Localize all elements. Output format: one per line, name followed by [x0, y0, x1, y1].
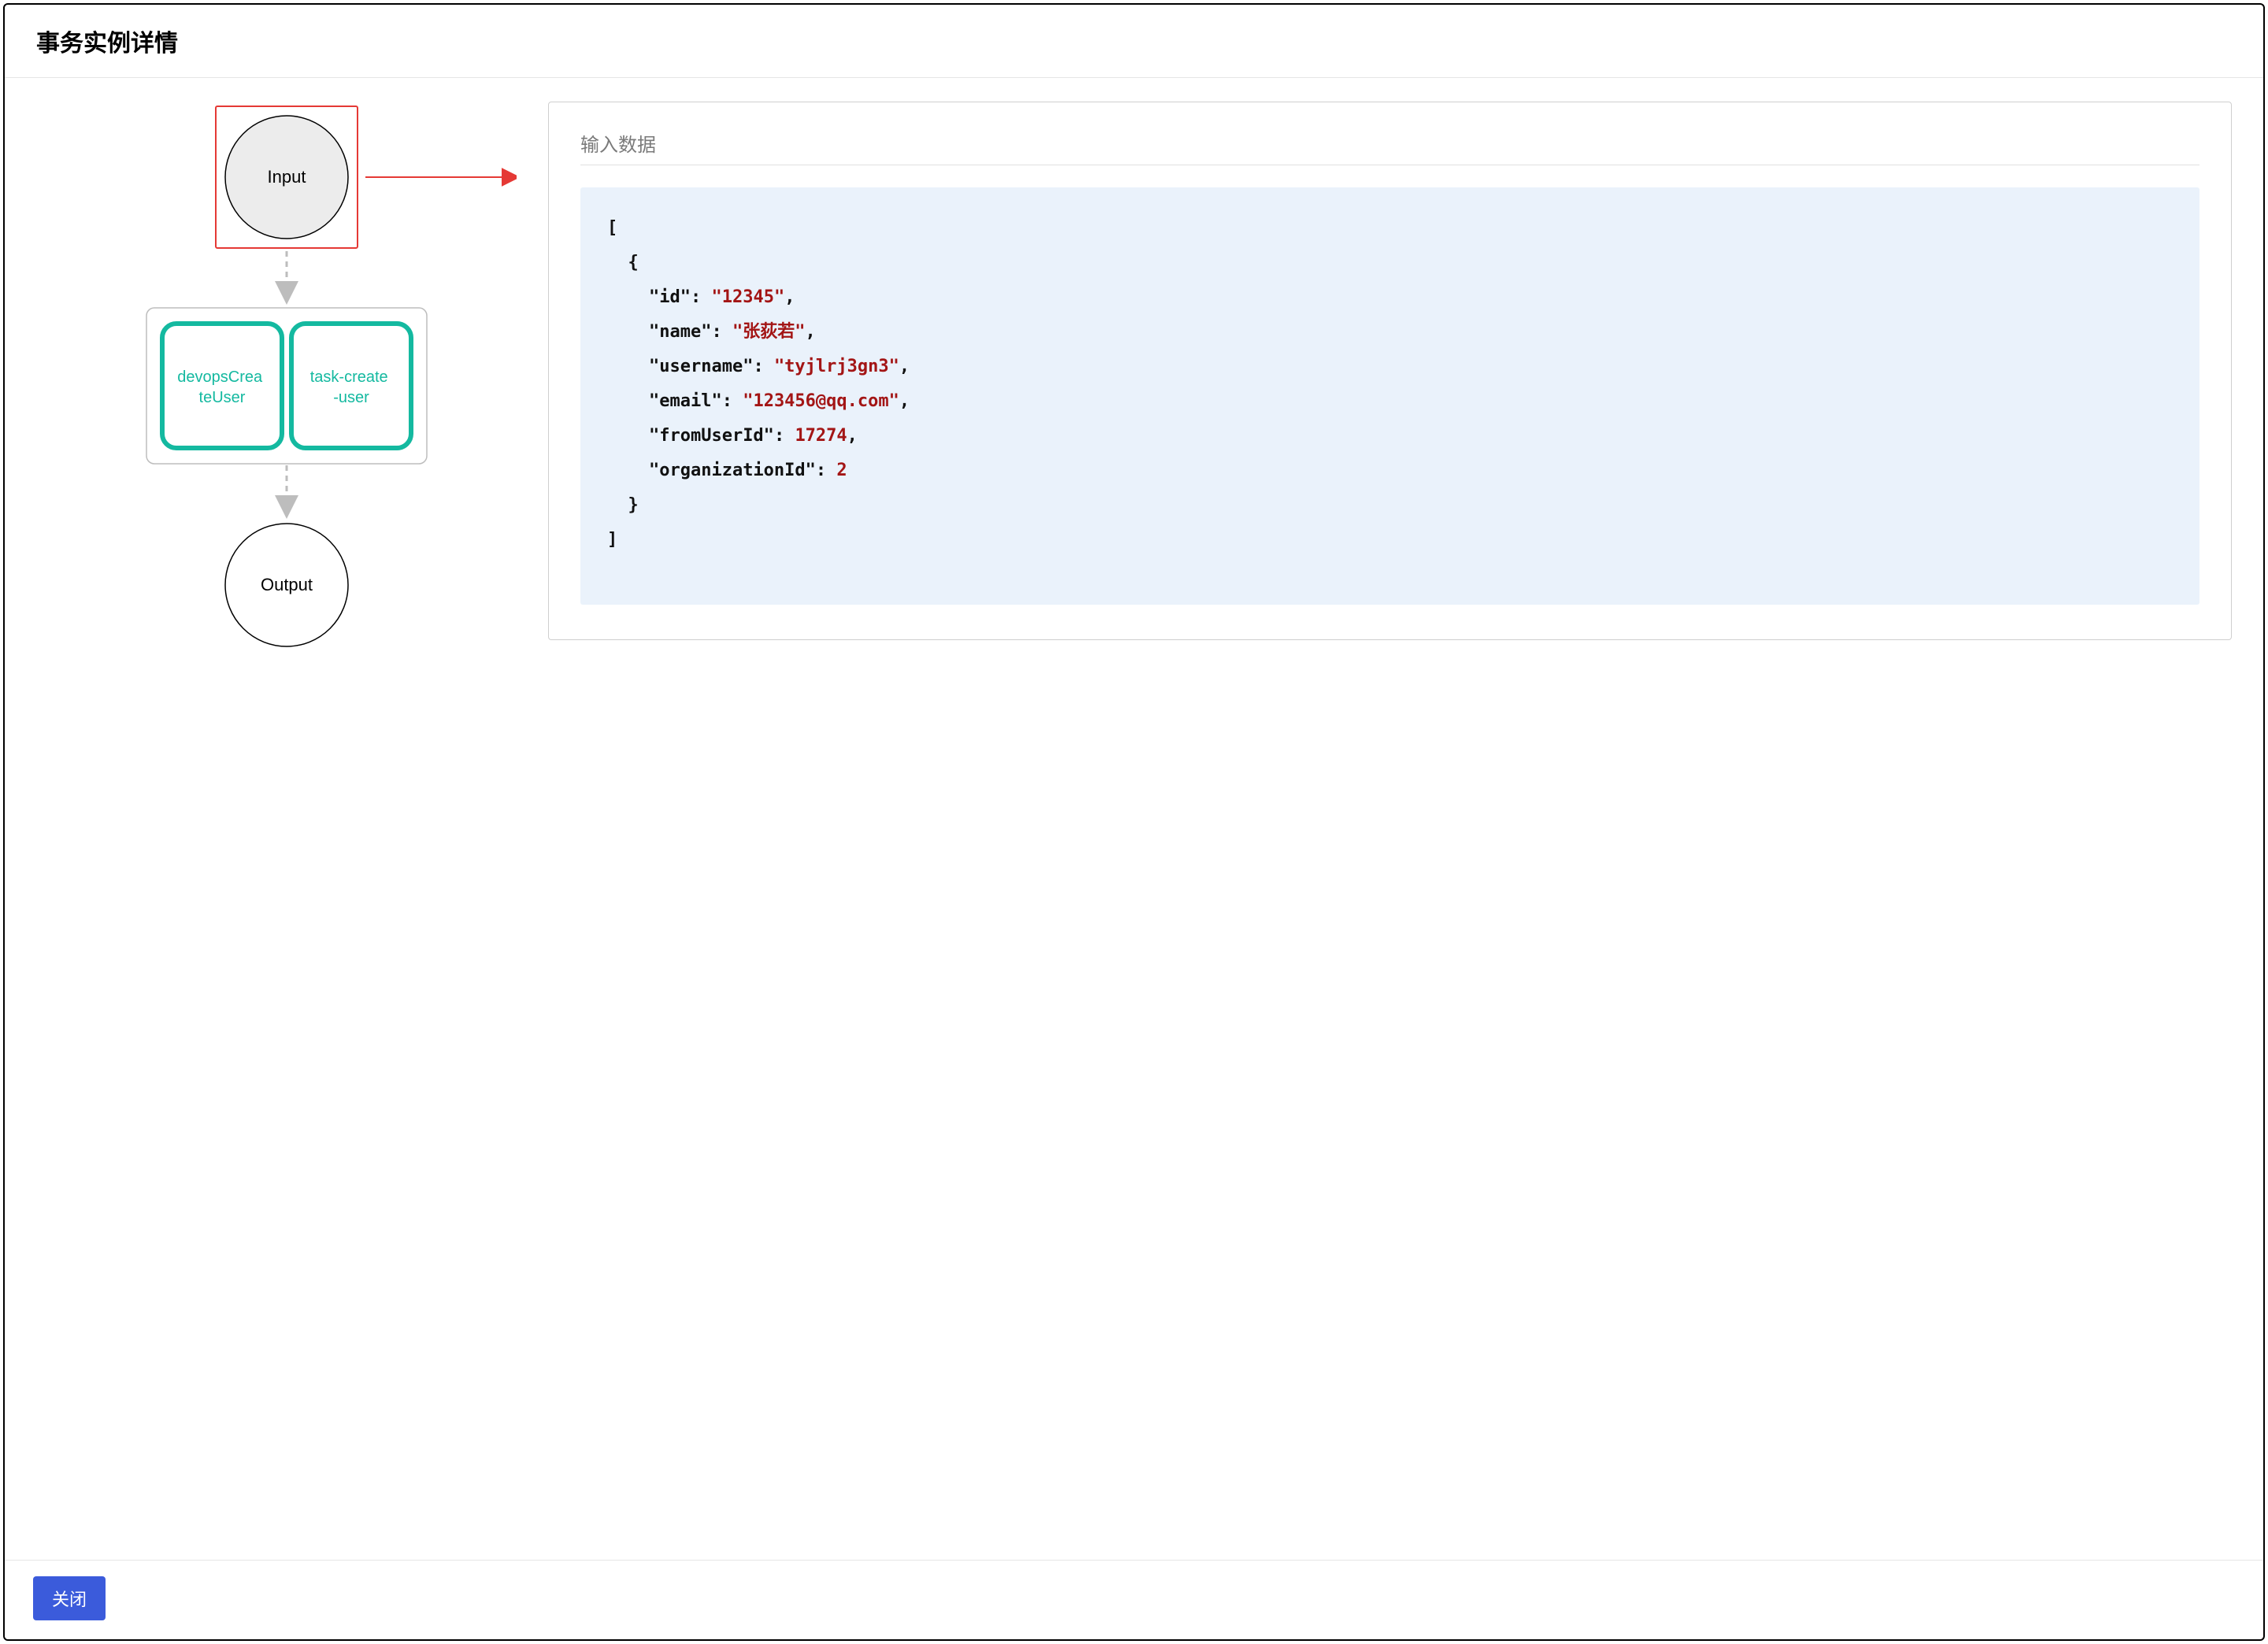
- modal-title: 事务实例详情: [36, 24, 2232, 58]
- output-node-label: Output: [261, 575, 313, 594]
- modal-header: 事务实例详情: [5, 5, 2263, 78]
- task-node-0[interactable]: devopsCrea teUser: [162, 324, 282, 448]
- input-node-label: Input: [268, 167, 306, 187]
- input-node[interactable]: Input: [216, 106, 358, 248]
- modal-container: 事务实例详情 Input: [3, 3, 2265, 1641]
- output-node[interactable]: Output: [225, 524, 348, 646]
- modal-footer: 关闭: [5, 1560, 2263, 1639]
- detail-column: 输入数据 [ { "id": "12345", "name": "张荻若", "…: [548, 102, 2232, 1536]
- modal-body: Input devopsCrea teUser: [5, 78, 2263, 1560]
- flow-diagram: Input devopsCrea teUser: [28, 102, 517, 700]
- task-node-1[interactable]: task-create -user: [291, 324, 411, 448]
- json-code-block: [ { "id": "12345", "name": "张荻若", "usern…: [580, 187, 2199, 605]
- tasks-container: devopsCrea teUser task-create -user: [146, 308, 427, 464]
- detail-card: 输入数据 [ { "id": "12345", "name": "张荻若", "…: [548, 102, 2232, 640]
- detail-section-title: 输入数据: [580, 129, 2199, 165]
- close-button[interactable]: 关闭: [33, 1576, 106, 1620]
- diagram-column: Input devopsCrea teUser: [28, 102, 517, 1536]
